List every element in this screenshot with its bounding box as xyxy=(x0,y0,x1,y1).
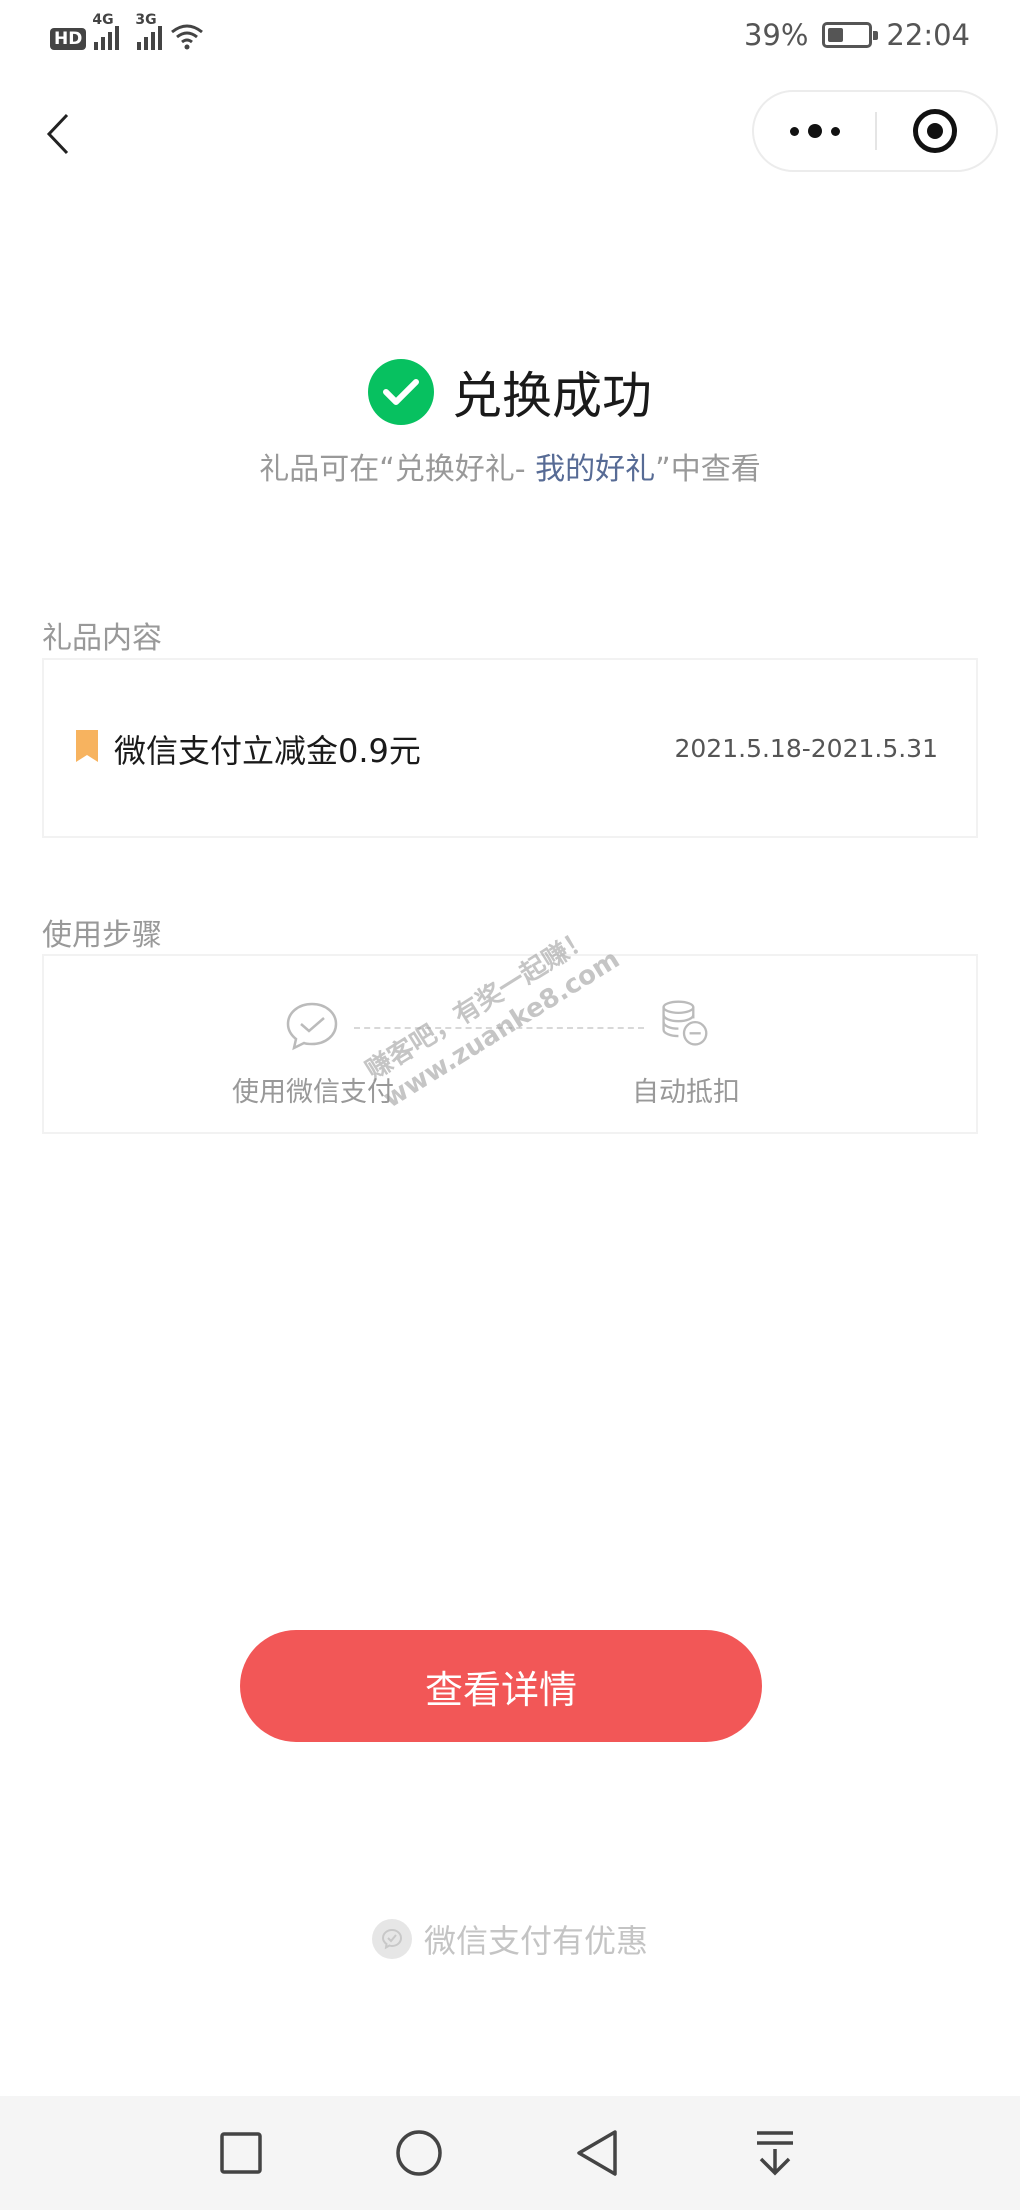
square-icon xyxy=(220,2132,262,2174)
home-button[interactable] xyxy=(392,2126,446,2180)
wechat-pay-brand-icon xyxy=(371,1919,412,1959)
status-right: 39% 22:04 xyxy=(744,18,970,52)
network-type-4g: 4G xyxy=(92,12,114,28)
circle-icon xyxy=(396,2130,442,2176)
battery-fill xyxy=(828,28,844,42)
signal-icon-4g: 4G xyxy=(92,12,120,50)
network-type-3g: 3G xyxy=(135,12,157,28)
signal-icon-3g: 3G xyxy=(135,12,163,50)
status-bar: HD 4G 3G 39% 22:04 xyxy=(0,0,1020,72)
success-title: 兑换成功 xyxy=(452,367,652,425)
gift-section-label: 礼品内容 xyxy=(42,621,162,656)
notification-pull-button[interactable] xyxy=(748,2126,802,2180)
wifi-icon xyxy=(171,24,204,50)
hd-badge: HD xyxy=(50,28,87,50)
check-circle-icon xyxy=(368,359,434,425)
status-left: HD 4G 3G xyxy=(50,12,204,50)
battery-icon xyxy=(822,22,879,48)
triangle-back-icon xyxy=(577,2130,617,2176)
success-header: 兑换成功 xyxy=(0,356,1020,428)
coin-deduct-icon xyxy=(662,1000,708,1046)
footer-brand: 微信支付有优惠 xyxy=(0,1916,1020,1962)
wechat-pay-icon xyxy=(286,1002,338,1051)
mini-program-capsule xyxy=(752,90,998,172)
gift-card: 微信支付立减金0.9元 2021.5.18-2021.5.31 xyxy=(42,658,978,838)
pull-down-icon xyxy=(757,2131,793,2176)
chevron-left-icon xyxy=(46,113,69,155)
step-1-label: 使用微信支付 xyxy=(232,1077,394,1108)
footer-text: 微信支付有优惠 xyxy=(423,1922,648,1960)
success-subtitle: 礼品可在“兑换好礼- 我的好礼”中查看 xyxy=(0,444,1020,488)
back-nav-button[interactable] xyxy=(570,2126,624,2180)
view-details-button[interactable]: 查看详情 xyxy=(240,1630,762,1742)
recent-apps-button[interactable] xyxy=(214,2126,268,2180)
clock: 22:04 xyxy=(886,18,970,52)
gift-date-range: 2021.5.18-2021.5.31 xyxy=(674,734,939,763)
gift-name: 微信支付立减金0.9元 xyxy=(114,732,421,770)
back-button[interactable] xyxy=(36,106,80,162)
steps-card: 使用微信支付 自动抵扣 xyxy=(42,954,978,1134)
system-nav-bar xyxy=(0,2096,1020,2210)
subtitle-prefix: 礼品可在“兑换好礼- xyxy=(259,452,536,487)
step-connector xyxy=(354,1027,644,1029)
battery-percent: 39% xyxy=(743,18,809,52)
subtitle-suffix: ”中查看 xyxy=(655,452,761,487)
close-mini-program-button[interactable] xyxy=(874,92,996,170)
steps-section-label: 使用步骤 xyxy=(42,918,162,953)
my-gifts-link[interactable]: 我的好礼 xyxy=(535,452,655,487)
step-2-label: 自动抵扣 xyxy=(632,1077,740,1108)
more-button[interactable] xyxy=(754,92,876,170)
more-dots-icon xyxy=(790,126,799,136)
bookmark-icon xyxy=(76,730,98,762)
target-circle-icon xyxy=(913,109,957,153)
